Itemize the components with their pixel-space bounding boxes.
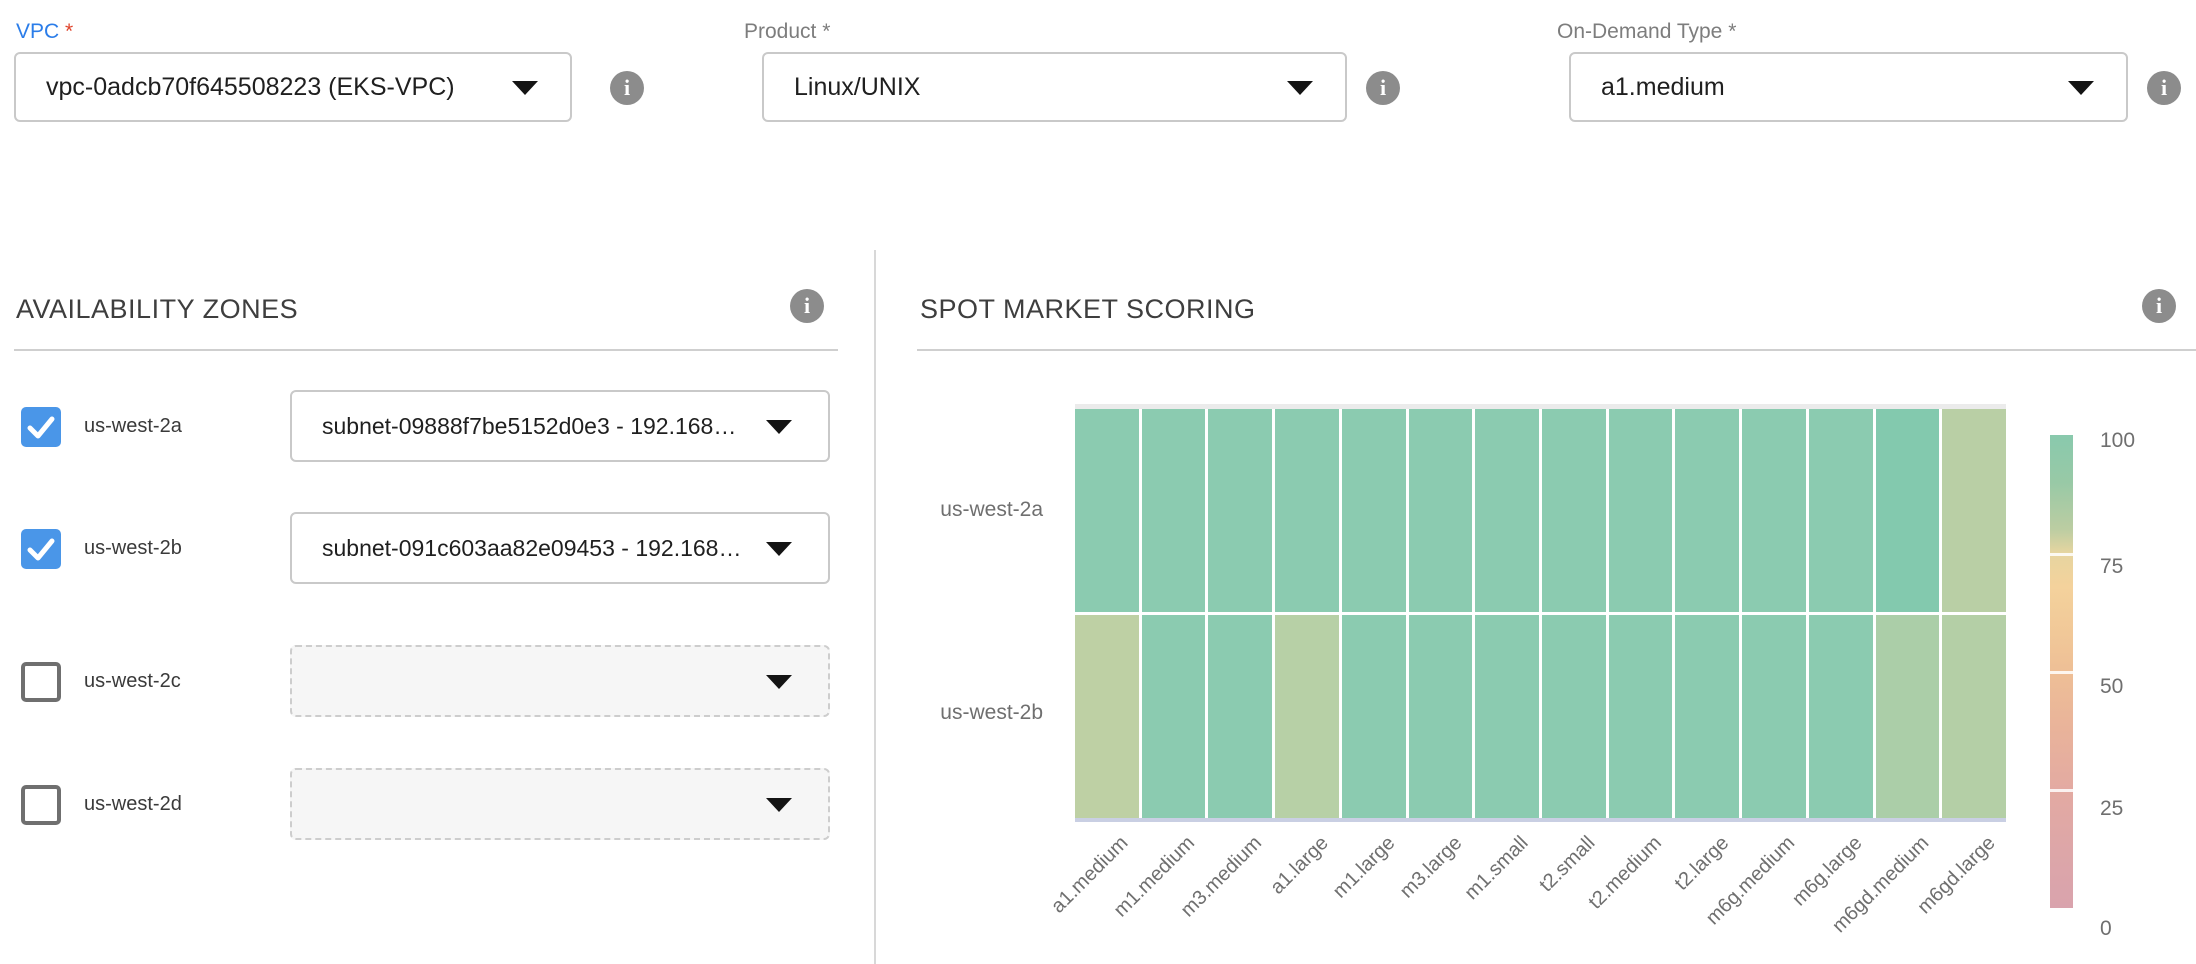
az-zone-label: us-west-2b [84,537,182,560]
heatmap-col-label-m1.large: m1.large [1329,832,1400,903]
heatmap-cell-us-west-2a-m6gd.medium[interactable] [1876,409,1940,612]
heatmap-col-label-m1.small: m1.small [1461,832,1534,905]
heatmap-row-label-us-west-2a: us-west-2a [823,498,1043,522]
spot-market-scoring-title: SPOT MARKET SCORING [920,294,1256,325]
heatmap-cell-us-west-2a-m6g.large[interactable] [1809,409,1873,612]
product-label: Product * [744,20,830,44]
heatmap-cell-us-west-2a-m3.large[interactable] [1409,409,1473,612]
on-demand-type-label: On-Demand Type * [1557,20,1736,44]
chevron-down-icon [766,675,792,689]
heatmap-cell-us-west-2a-m1.medium[interactable] [1142,409,1206,612]
section-vertical-divider [874,250,876,964]
heatmap-cell-us-west-2b-m1.medium[interactable] [1142,615,1206,818]
availability-zones-divider [14,349,838,351]
heatmap-cell-us-west-2a-m6g.medium[interactable] [1742,409,1806,612]
on-demand-type-select-value: a1.medium [1601,54,1725,120]
heatmap-cell-us-west-2b-m6g.large[interactable] [1809,615,1873,818]
legend-tick-0: 0 [2100,917,2112,941]
chevron-down-icon [2068,81,2094,95]
heatmap-cell-us-west-2b-a1.medium[interactable] [1075,615,1139,818]
heatmap-cell-us-west-2a-m1.large[interactable] [1342,409,1406,612]
availability-zones-info-icon[interactable]: i [790,289,824,323]
checkmark-icon [21,529,61,569]
spot-market-scoring-info-icon[interactable]: i [2142,289,2176,323]
heatmap-col-label-t2.small: t2.small [1535,832,1600,897]
on-demand-type-select[interactable]: a1.medium [1569,52,2128,122]
vpc-label: VPC * [16,20,73,44]
heatmap-cell-us-west-2a-a1.medium[interactable] [1075,409,1139,612]
availability-zones-title: AVAILABILITY ZONES [16,294,298,325]
required-asterisk: * [65,20,73,43]
heatmap-cell-us-west-2a-t2.medium[interactable] [1609,409,1673,612]
product-info-icon[interactable]: i [1366,71,1400,105]
product-select[interactable]: Linux/UNIX [762,52,1347,122]
required-asterisk: * [1728,20,1736,43]
subnet-select-value: subnet-091c603aa82e09453 - 192.168… [322,514,741,582]
heatmap-col-label-m3.large: m3.large [1395,832,1466,903]
heatmap-cell-us-west-2b-m6gd.medium[interactable] [1876,615,1940,818]
spot-market-scoring-divider [917,349,2196,351]
subnet-select-us-west-2c[interactable] [290,645,830,717]
heatmap-cell-us-west-2a-t2.small[interactable] [1542,409,1606,612]
chevron-down-icon [766,798,792,812]
heatmap-col-label-t2.large: t2.large [1670,832,1733,895]
heatmap-cell-us-west-2a-m1.small[interactable] [1475,409,1539,612]
spot-config-screen: VPC * vpc-0adcb70f645508223 (EKS-VPC) i … [0,0,2196,964]
heatmap-cell-us-west-2a-m3.medium[interactable] [1208,409,1272,612]
product-select-value: Linux/UNIX [794,54,920,120]
az-checkbox-us-west-2a[interactable] [21,407,61,447]
heatmap-cell-us-west-2b-m3.medium[interactable] [1208,615,1272,818]
az-checkbox-us-west-2c[interactable] [21,662,61,702]
heatmap-col-label-a1.large: a1.large [1266,832,1333,899]
az-zone-label: us-west-2a [84,415,182,438]
az-checkbox-us-west-2d[interactable] [21,785,61,825]
subnet-select-us-west-2b[interactable]: subnet-091c603aa82e09453 - 192.168… [290,512,830,584]
heatmap-cell-us-west-2b-m1.small[interactable] [1475,615,1539,818]
heatmap-cell-us-west-2b-m6gd.large[interactable] [1942,615,2006,818]
heatmap-bottom-axis [1075,818,2006,822]
heatmap-cell-us-west-2a-t2.large[interactable] [1675,409,1739,612]
chevron-down-icon [1287,81,1313,95]
heatmap-cell-us-west-2b-m1.large[interactable] [1342,615,1406,818]
vpc-select-value: vpc-0adcb70f645508223 (EKS-VPC) [46,54,455,120]
vpc-select[interactable]: vpc-0adcb70f645508223 (EKS-VPC) [14,52,572,122]
heatmap-row-label-us-west-2b: us-west-2b [823,701,1043,725]
heatmap-cell-us-west-2a-m6gd.large[interactable] [1942,409,2006,612]
legend-separator-2 [2050,789,2073,792]
legend-separator-1 [2050,671,2073,674]
heatmap-cell-us-west-2b-t2.small[interactable] [1542,615,1606,818]
az-zone-label: us-west-2d [84,793,182,816]
vpc-info-icon[interactable]: i [610,71,644,105]
chevron-down-icon [512,81,538,95]
heatmap-cell-us-west-2b-a1.large[interactable] [1275,615,1339,818]
az-checkbox-us-west-2b[interactable] [21,529,61,569]
legend-separator-0 [2050,553,2073,556]
chevron-down-icon [766,420,792,434]
subnet-select-us-west-2d[interactable] [290,768,830,840]
legend-tick-50: 50 [2100,675,2123,699]
spot-market-heatmap [1075,409,2006,818]
checkmark-icon [21,407,61,447]
subnet-select-value: subnet-09888f7be5152d0e3 - 192.168… [322,392,736,460]
heatmap-cell-us-west-2b-t2.medium[interactable] [1609,615,1673,818]
legend-tick-100: 100 [2100,429,2135,453]
heatmap-cell-us-west-2b-m3.large[interactable] [1409,615,1473,818]
heatmap-cell-us-west-2b-t2.large[interactable] [1675,615,1739,818]
chevron-down-icon [766,542,792,556]
az-zone-label: us-west-2c [84,670,181,693]
heatmap-cell-us-west-2a-a1.large[interactable] [1275,409,1339,612]
on-demand-type-info-icon[interactable]: i [2147,71,2181,105]
required-asterisk: * [822,20,830,43]
legend-tick-75: 75 [2100,555,2123,579]
subnet-select-us-west-2a[interactable]: subnet-09888f7be5152d0e3 - 192.168… [290,390,830,462]
legend-tick-25: 25 [2100,797,2123,821]
heatmap-cell-us-west-2b-m6g.medium[interactable] [1742,615,1806,818]
